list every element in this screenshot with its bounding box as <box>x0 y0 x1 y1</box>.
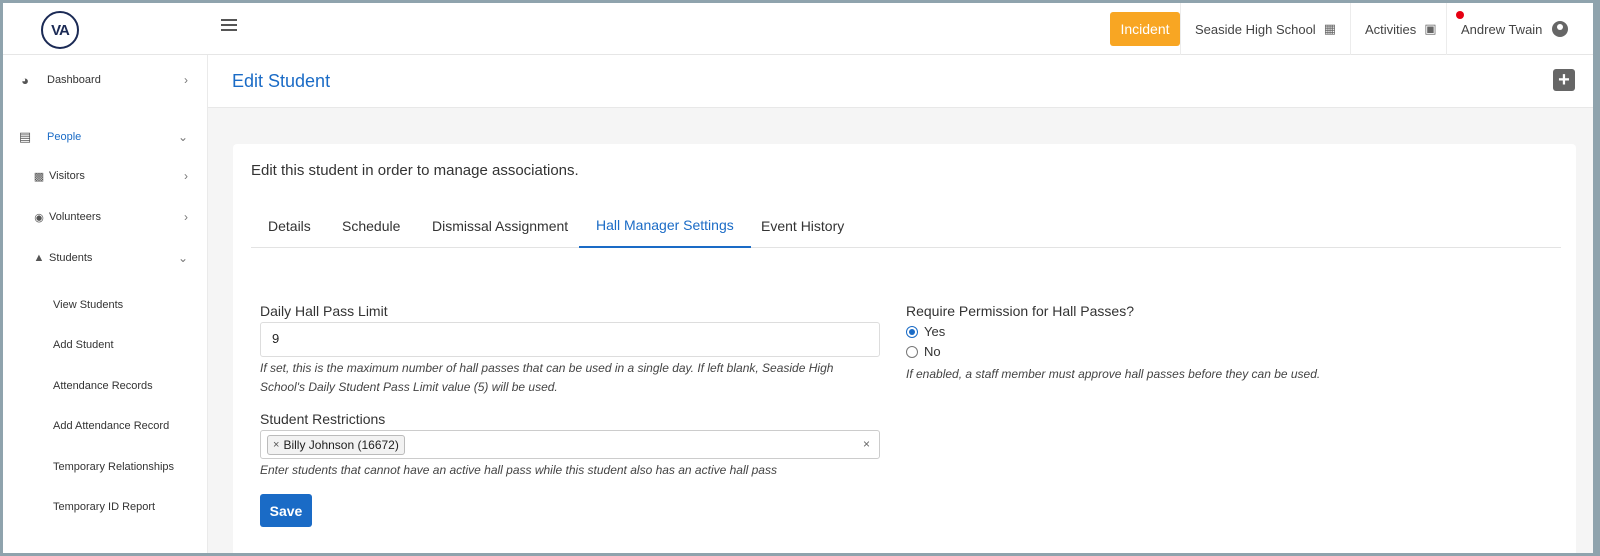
remove-chip-icon[interactable]: × <box>273 439 279 451</box>
sidebar-item-label: Volunteers <box>49 211 101 223</box>
page-title: Edit Student <box>232 71 331 91</box>
sidebar-item-people[interactable]: ▤ People ⌄ <box>17 129 222 144</box>
user-name: Andrew Twain <box>1461 21 1543 37</box>
school-selector[interactable]: Seaside High School ▦ <box>1180 3 1350 55</box>
tab-event-history[interactable]: Event History <box>744 204 861 248</box>
tab-details[interactable]: Details <box>251 204 328 248</box>
permission-label: Require Permission for Hall Passes? <box>906 303 1134 319</box>
chevron-down-icon: ⌄ <box>177 130 188 144</box>
sidebar-item-visitors[interactable]: ▩ Visitors › <box>33 169 238 183</box>
help-line: School's Daily Student Pass Limit value … <box>260 380 558 394</box>
chevron-right-icon: › <box>184 210 188 224</box>
content-header: Edit Student + <box>208 55 1593 108</box>
edit-student-card: Edit this student in order to manage ass… <box>233 144 1576 553</box>
tab-schedule[interactable]: Schedule <box>325 204 417 248</box>
restriction-chip: × Billy Johnson (16672) <box>267 435 405 455</box>
add-icon[interactable]: + <box>1553 69 1575 91</box>
school-name: Seaside High School <box>1195 21 1316 37</box>
radio-no-label: No <box>924 344 941 359</box>
daily-limit-input[interactable]: 9 <box>260 322 880 357</box>
activities-label: Activities <box>1365 21 1417 37</box>
building-icon: ▦ <box>1323 21 1336 36</box>
id-badge-icon: ▤ <box>18 129 32 144</box>
sidebar-item-volunteers[interactable]: ◉ Volunteers › <box>33 210 238 224</box>
chevron-right-icon: › <box>184 73 188 87</box>
intro-text: Edit this student in order to manage ass… <box>251 162 579 179</box>
handshake-icon: ◉ <box>34 211 44 224</box>
top-bar: VA Incident Seaside High School ▦ Activi… <box>3 3 1593 55</box>
user-menu[interactable]: Andrew Twain <box>1446 3 1582 55</box>
sidebar-link-view-students[interactable]: View Students <box>53 299 123 311</box>
menu-toggle-icon[interactable] <box>221 19 237 33</box>
chevron-right-icon: › <box>184 169 188 183</box>
daily-limit-help: If set, this is the maximum number of ha… <box>260 359 833 397</box>
daily-limit-label: Daily Hall Pass Limit <box>260 303 388 319</box>
camera-icon: ▣ <box>1424 21 1437 36</box>
user-icon <box>1552 21 1569 37</box>
sidebar-link-temporary-id-report[interactable]: Temporary ID Report <box>53 501 155 513</box>
sidebar-item-label: Visitors <box>49 170 85 182</box>
save-button[interactable]: Save <box>260 494 312 527</box>
student-restrictions-help: Enter students that cannot have an activ… <box>260 463 777 477</box>
help-line: If set, this is the maximum number of ha… <box>260 361 834 375</box>
dashboard-icon: ◕ <box>21 72 29 88</box>
student-restrictions-label: Student Restrictions <box>260 411 386 427</box>
incident-button[interactable]: Incident <box>1110 12 1180 46</box>
tab-hall-manager-settings[interactable]: Hall Manager Settings <box>579 204 751 248</box>
app-window: VA Incident Seaside High School ▦ Activi… <box>3 3 1593 553</box>
sidebar-link-attendance-records[interactable]: Attendance Records <box>53 380 153 392</box>
logo[interactable]: VA <box>41 11 79 49</box>
permission-no-option[interactable]: No <box>906 344 941 359</box>
permission-yes-option[interactable]: Yes <box>906 324 945 339</box>
radio-no[interactable] <box>906 345 918 358</box>
student-restrictions-select[interactable]: × Billy Johnson (16672) × <box>260 430 880 459</box>
sidebar: ◕ Dashboard › ▤ People ⌄ ▩ Visitors › ◉ … <box>3 55 208 553</box>
activities-menu[interactable]: Activities ▣ <box>1350 3 1451 55</box>
sidebar-item-dashboard[interactable]: ◕ Dashboard › <box>17 72 222 88</box>
sidebar-link-temporary-relationships[interactable]: Temporary Relationships <box>53 461 174 473</box>
tab-bar: Details Schedule Dismissal Assignment Ha… <box>251 204 1561 248</box>
sidebar-link-add-student[interactable]: Add Student <box>53 339 114 351</box>
student-icon: ▲ <box>33 252 45 264</box>
sidebar-item-label: Dashboard <box>47 74 101 86</box>
permission-help: If enabled, a staff member must approve … <box>906 367 1321 381</box>
radio-yes[interactable] <box>906 325 918 338</box>
tab-dismissal-assignment[interactable]: Dismissal Assignment <box>415 204 585 248</box>
radio-yes-label: Yes <box>924 324 946 339</box>
sidebar-link-add-attendance-record[interactable]: Add Attendance Record <box>53 420 169 432</box>
sidebar-item-students[interactable]: ▲ Students ⌄ <box>33 251 238 265</box>
visitor-badge-icon: ▩ <box>33 170 45 183</box>
sidebar-item-label: Students <box>49 252 93 264</box>
sidebar-item-label: People <box>47 131 82 143</box>
chevron-down-icon: ⌄ <box>177 251 188 265</box>
clear-selection-icon[interactable]: × <box>863 437 870 451</box>
chip-label: Billy Johnson (16672) <box>283 438 399 452</box>
